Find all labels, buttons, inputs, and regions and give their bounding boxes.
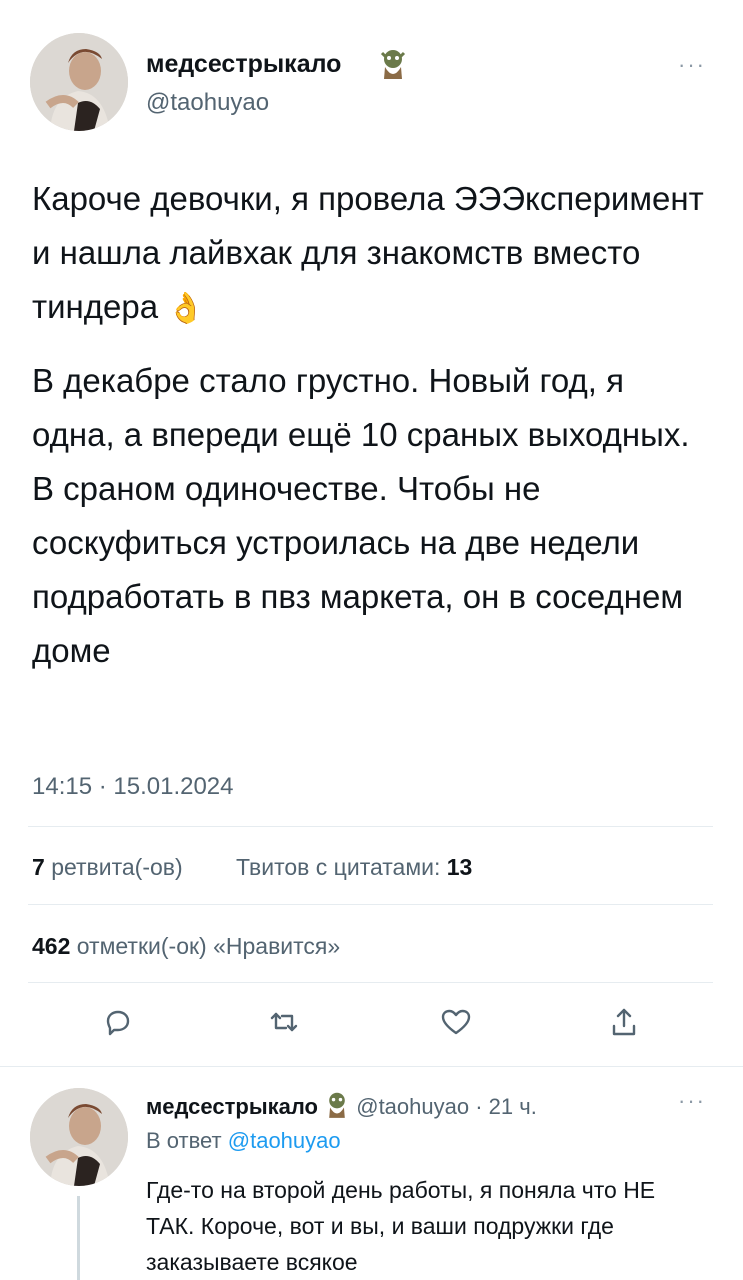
divider-3 (28, 982, 713, 983)
author-avatar[interactable] (30, 33, 128, 131)
reply-more-options-button[interactable]: ··· (678, 1088, 706, 1114)
quotes-label: Твитов с цитатами: (236, 854, 441, 880)
ok-hand-emoji-icon: 👌 (167, 292, 205, 325)
reply-icon (106, 1010, 130, 1036)
reply-header: медсестрыкало @taohuyao · 21 ч. (146, 1090, 537, 1120)
tweet-text: Кароче девочки, я провела ЭЭЭксперимент … (32, 172, 712, 678)
like-stats[interactable]: 462 отметки(-ок) «Нравится» (32, 933, 340, 960)
share-button[interactable] (602, 1000, 646, 1044)
quotes-count: 13 (446, 854, 473, 880)
reply-time[interactable]: · 21 ч. (475, 1094, 537, 1119)
reply-author-handle[interactable]: @taohuyao (356, 1094, 469, 1119)
reply-author-name[interactable]: медсестрыкало (146, 1094, 318, 1119)
retweet-icon (270, 1012, 298, 1032)
author-name[interactable]: медсестрыкало (146, 50, 341, 79)
divider-2 (28, 904, 713, 905)
heart-icon (441, 1009, 471, 1035)
tweet-paragraph-1-text: Кароче девочки, я провела ЭЭЭксперимент … (32, 180, 704, 325)
retweets-label: ретвита(-ов) (51, 854, 183, 880)
reply-author-avatar[interactable] (30, 1088, 128, 1186)
like-button[interactable] (434, 1000, 478, 1044)
reply-text: Где-то на второй день работы, я поняла ч… (146, 1177, 656, 1275)
tweet-paragraph-2: В декабре стало грустно. Новый год, я од… (32, 362, 690, 669)
reply-button[interactable] (96, 1000, 140, 1044)
retweets-count: 7 (32, 854, 45, 880)
share-icon (612, 1008, 636, 1036)
replying-to-prefix: В ответ (146, 1128, 222, 1153)
replying-to: В ответ @taohuyao (146, 1128, 341, 1154)
retweet-button[interactable] (262, 1000, 306, 1044)
replying-to-handle[interactable]: @taohuyao (228, 1128, 341, 1153)
likes-count: 462 (32, 933, 71, 959)
tweet-paragraph-1: Кароче девочки, я провела ЭЭЭксперимент … (32, 172, 712, 336)
retweet-stats[interactable]: 7 ретвита(-ов) (32, 854, 183, 881)
divider-1 (28, 826, 713, 827)
tweet-timestamp[interactable]: 14:15 · 15.01.2024 (32, 773, 234, 801)
author-handle[interactable]: @taohuyao (146, 89, 269, 117)
reply-troll-emoji-icon (324, 1090, 350, 1118)
divider-4 (0, 1066, 743, 1067)
quote-stats[interactable]: Твитов с цитатами: 13 (236, 854, 472, 881)
troll-emoji-icon (378, 47, 408, 79)
thread-line (77, 1196, 80, 1280)
more-options-button[interactable]: ··· (678, 52, 706, 78)
likes-label: отметки(-ок) «Нравится» (76, 933, 341, 959)
